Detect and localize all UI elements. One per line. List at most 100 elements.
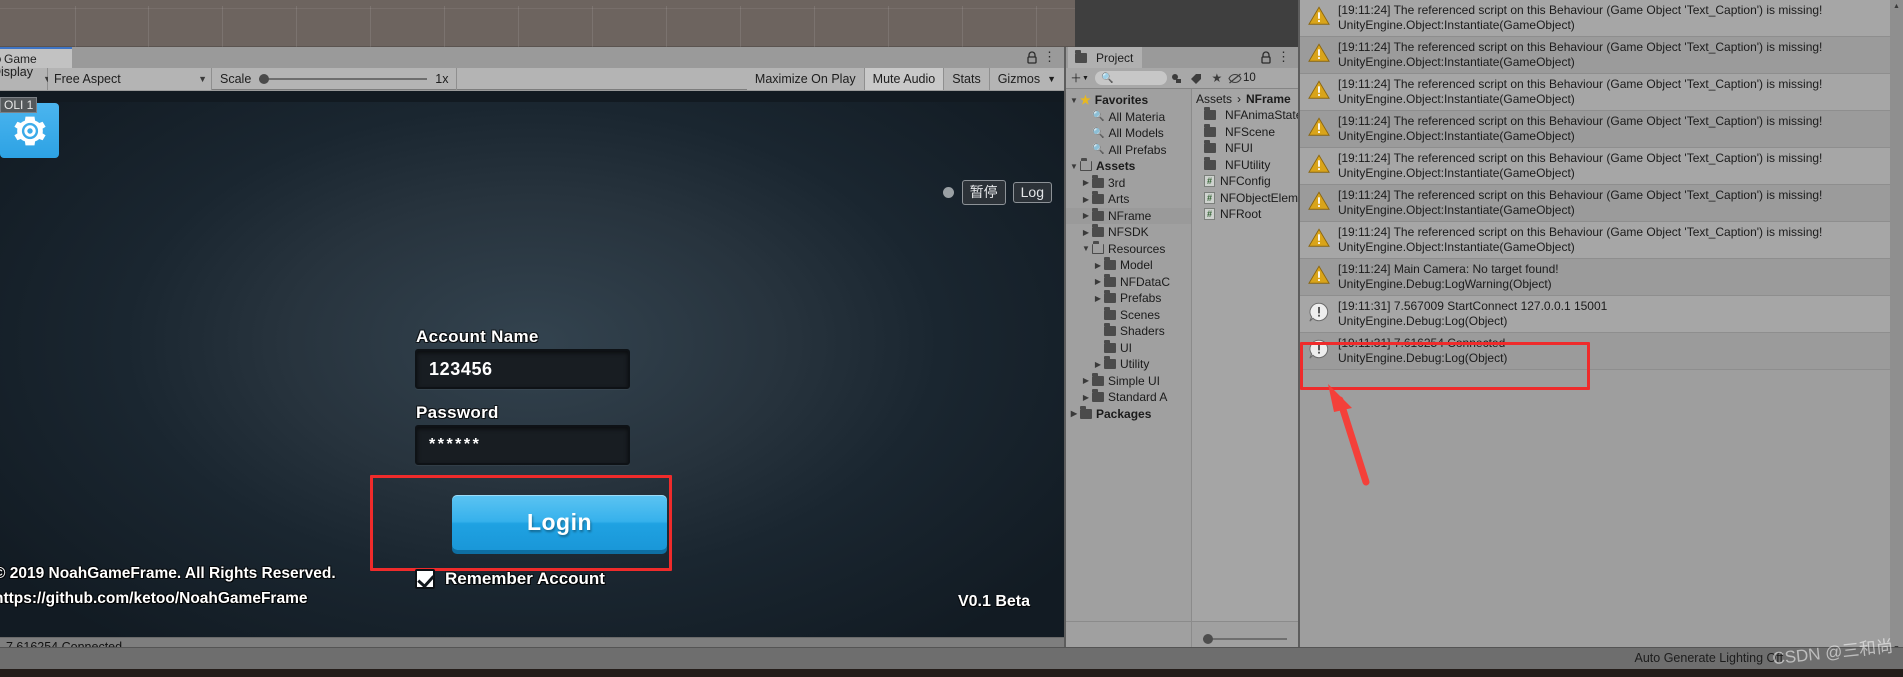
aspect-dropdown[interactable]: Free Aspect ▼ bbox=[48, 67, 212, 90]
tree-item[interactable]: ▶ Arts bbox=[1066, 191, 1191, 208]
tree-item[interactable]: ▼ Assets bbox=[1066, 158, 1191, 175]
tree-item[interactable]: ▼ ★ Favorites bbox=[1066, 92, 1191, 109]
tree-item[interactable]: ▶ NFrame bbox=[1066, 207, 1191, 224]
console-log-message: [19:11:24] The referenced script on this… bbox=[1338, 188, 1823, 202]
console-log-row[interactable]: [19:11:24] The referenced script on this… bbox=[1300, 0, 1903, 37]
project-panel: Project ⋮ ＋ ▼ 🔍 ★ 10 ▼ ★ Favorites 🔍 All… bbox=[1064, 47, 1298, 655]
console-log-stack: UnityEngine.Debug:Log(Object) bbox=[1338, 351, 1508, 365]
twisty-right-icon[interactable]: ▶ bbox=[1080, 228, 1092, 237]
asset-item[interactable]: NFUI bbox=[1192, 140, 1298, 157]
game-tab-icon bbox=[0, 56, 1, 63]
project-tree[interactable]: ▼ ★ Favorites 🔍 All Materia 🔍 All Models 🔍 All P… bbox=[1066, 89, 1192, 621]
tree-item[interactable]: ▶ Standard A bbox=[1066, 389, 1191, 406]
top-strip-divider bbox=[962, 6, 963, 47]
folder-icon bbox=[1104, 356, 1116, 370]
asset-item[interactable]: NFUtility bbox=[1192, 156, 1298, 174]
twisty-right-icon[interactable]: ▶ bbox=[1080, 393, 1092, 402]
console-log-row[interactable]: [19:11:31] 7.616254 Connected UnityEngine… bbox=[1300, 333, 1903, 370]
project-url[interactable]: https://github.com/ketoo/NoahGameFrame bbox=[0, 590, 307, 608]
twisty-down-icon[interactable]: ▼ bbox=[1068, 162, 1080, 171]
asset-item[interactable]: NFScene bbox=[1192, 123, 1298, 141]
twisty-right-icon[interactable]: ▶ bbox=[1080, 376, 1092, 385]
tree-item[interactable]: Shaders bbox=[1066, 323, 1191, 340]
top-strip-divider bbox=[740, 6, 741, 47]
console-log-stack: UnityEngine.Object:Instantiate(GameObjec… bbox=[1338, 240, 1575, 254]
tree-item[interactable]: ▶ Prefabs bbox=[1066, 290, 1191, 307]
tree-item[interactable]: ▶ Packages bbox=[1066, 405, 1191, 423]
project-panel-menu-icon[interactable]: ⋮ bbox=[1277, 49, 1290, 65]
twisty-right-icon[interactable]: ▶ bbox=[1092, 360, 1104, 369]
console-panel[interactable]: [19:11:24] The referenced script on this… bbox=[1298, 0, 1903, 655]
gizmos-button[interactable]: Gizmos ▼ bbox=[989, 67, 1064, 90]
twisty-right-icon[interactable]: ▶ bbox=[1080, 195, 1092, 204]
tree-item-label: Simple UI bbox=[1108, 373, 1161, 388]
login-button[interactable]: Login bbox=[452, 495, 667, 550]
project-zoom-knob[interactable] bbox=[1203, 633, 1213, 644]
tree-item[interactable]: UI bbox=[1066, 339, 1191, 357]
console-log-row[interactable]: [19:11:31] 7.567009 StartConnect 127.0.0… bbox=[1300, 296, 1903, 333]
console-scrollbar[interactable]: ▲ ▼ bbox=[1890, 0, 1903, 655]
tree-item[interactable]: ▶ Utility bbox=[1066, 356, 1191, 373]
twisty-right-icon[interactable]: ▶ bbox=[1068, 409, 1080, 418]
tree-item[interactable]: ▶ NFDataC bbox=[1066, 273, 1191, 291]
scroll-up-icon[interactable]: ▲ bbox=[1891, 1, 1902, 12]
console-log-row[interactable]: [19:11:24] The referenced script on this… bbox=[1300, 222, 1903, 259]
info-icon bbox=[1309, 339, 1329, 359]
tree-item[interactable]: 🔍 All Materia bbox=[1066, 109, 1191, 126]
tree-item[interactable]: ▶ Simple UI bbox=[1066, 372, 1191, 390]
filter-by-type-icon[interactable] bbox=[1167, 68, 1187, 89]
console-log-row[interactable]: [19:11:24] The referenced script on this… bbox=[1300, 185, 1903, 222]
asset-item[interactable]: # NFConfig bbox=[1192, 173, 1298, 190]
stats-button[interactable]: Stats bbox=[944, 67, 990, 90]
hidden-items-icon[interactable] bbox=[1227, 68, 1243, 89]
tree-item[interactable]: 🔍 All Models bbox=[1066, 125, 1191, 142]
tree-item[interactable]: Scenes bbox=[1066, 306, 1191, 324]
twisty-right-icon[interactable]: ▶ bbox=[1080, 178, 1092, 187]
remember-account-label: Remember Account bbox=[445, 569, 605, 588]
asset-item[interactable]: # NFRoot bbox=[1192, 206, 1298, 223]
twisty-down-icon[interactable]: ▼ bbox=[1068, 96, 1080, 105]
twisty-right-icon[interactable]: ▶ bbox=[1080, 211, 1092, 220]
project-asset-list[interactable]: Assets › NFrame NFAnimaStateENFScene NFUI… bbox=[1192, 89, 1298, 621]
remember-account-checkbox[interactable] bbox=[415, 569, 435, 589]
tree-item[interactable]: ▶ 3rd bbox=[1066, 174, 1191, 192]
mute-audio-button[interactable]: Mute Audio bbox=[864, 67, 945, 90]
console-log-row[interactable]: [19:11:24] The referenced script on this… bbox=[1300, 148, 1903, 185]
folder-icon bbox=[1092, 389, 1104, 403]
search-icon: 🔍 bbox=[1092, 144, 1105, 156]
lock-icon[interactable] bbox=[1026, 51, 1038, 64]
game-view[interactable]: OLI 1 暂停 Log Account Name 123456 Passwor… bbox=[0, 91, 1064, 637]
tree-item[interactable]: ▶ NFSDK bbox=[1066, 224, 1191, 241]
scale-slider[interactable] bbox=[259, 73, 428, 84]
twisty-right-icon[interactable]: ▶ bbox=[1092, 277, 1104, 286]
console-log-row[interactable]: [19:11:24] Main Camera: No target found!… bbox=[1300, 259, 1903, 296]
account-name-input[interactable]: 123456 bbox=[415, 349, 630, 389]
scale-control[interactable]: Scale 1x bbox=[212, 67, 458, 90]
top-strip-divider bbox=[592, 6, 593, 47]
console-log-row[interactable]: [19:11:24] The referenced script on this… bbox=[1300, 37, 1903, 74]
twisty-down-icon[interactable]: ▼ bbox=[1080, 244, 1092, 253]
search-input[interactable]: 🔍 bbox=[1094, 71, 1167, 85]
console-log-row[interactable]: [19:11:24] The referenced script on this… bbox=[1300, 74, 1903, 111]
asset-item[interactable]: # NFObjectEleme bbox=[1192, 190, 1298, 207]
breadcrumb-root[interactable]: Assets bbox=[1196, 92, 1232, 106]
tree-item[interactable]: ▶ Model bbox=[1066, 257, 1191, 274]
tree-item[interactable]: ▼ Resources bbox=[1066, 240, 1191, 258]
asset-item[interactable]: NFAnimaStateE bbox=[1192, 107, 1298, 124]
tree-item[interactable]: 🔍 All Prefabs bbox=[1066, 142, 1191, 159]
panel-menu-icon[interactable]: ⋮ bbox=[1043, 50, 1056, 64]
scale-slider-knob[interactable] bbox=[259, 73, 270, 84]
display-dropdown[interactable]: Display 1 ▼ bbox=[0, 65, 52, 90]
twisty-right-icon[interactable]: ▶ bbox=[1092, 294, 1104, 303]
chevron-down-icon[interactable]: ▼ bbox=[1082, 75, 1089, 82]
console-log-row[interactable]: [19:11:24] The referenced script on this… bbox=[1300, 111, 1903, 148]
maximize-on-play-button[interactable]: Maximize On Play bbox=[746, 67, 865, 90]
filter-by-label-icon[interactable] bbox=[1187, 68, 1207, 89]
favorite-star-icon[interactable]: ★ bbox=[1207, 68, 1227, 89]
tab-project[interactable]: Project bbox=[1068, 47, 1142, 68]
project-zoom-slider[interactable] bbox=[1203, 633, 1287, 644]
lock-icon[interactable] bbox=[1260, 51, 1272, 64]
password-input[interactable]: ****** bbox=[415, 425, 630, 465]
remember-account-row[interactable]: Remember Account bbox=[415, 569, 605, 589]
twisty-right-icon[interactable]: ▶ bbox=[1092, 261, 1104, 270]
